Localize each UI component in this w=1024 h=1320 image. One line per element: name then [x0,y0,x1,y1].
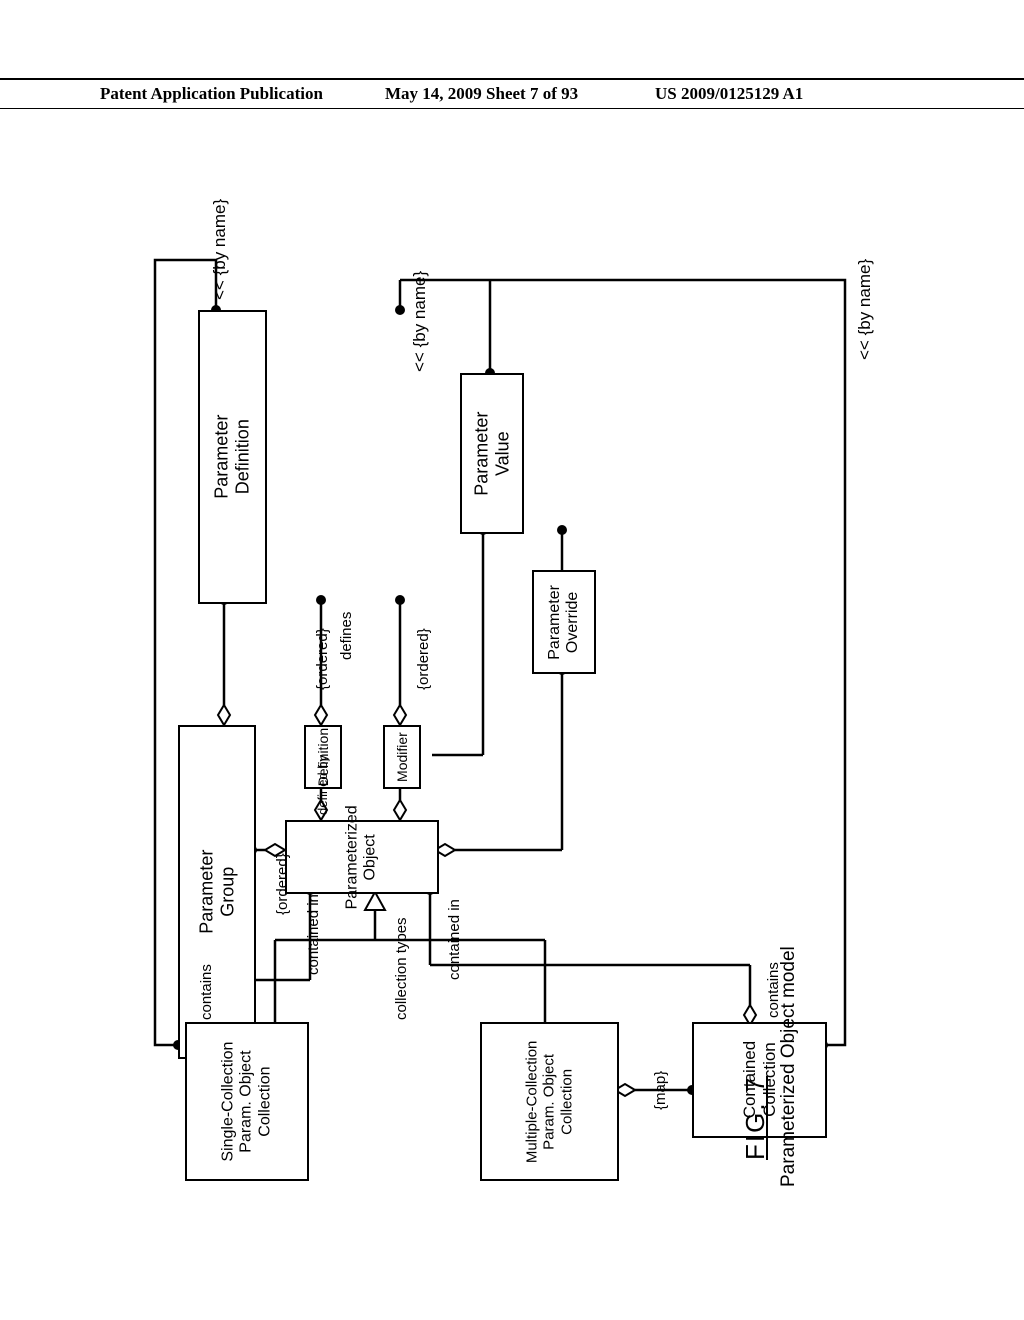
label-ordered-3: {ordered} [274,853,291,915]
label-contained-in-2: contained in [446,899,463,980]
figure-number: FIG. 7 [740,1076,771,1160]
diagram: ParameterDefinition ParameterValue Param… [110,150,900,1190]
label-defined-by: defined by [315,755,330,815]
box-parameterized-object: ParameterizedObject [285,820,439,894]
label-ordered-2: {ordered} [415,628,432,690]
label-map: {map} [652,1071,669,1110]
box-parameter-value: ParameterValue [460,373,524,534]
label-contains-1: contains [198,964,215,1020]
single-l2: Param. Object [238,1050,255,1152]
multi-l3: Collection [558,1069,575,1135]
header-right: US 2009/0125129 A1 [655,84,803,104]
param-grp-l1: Parameter [196,850,216,934]
box-parameter-definition: ParameterDefinition [198,310,267,604]
label-byname-1: << {by name} [210,199,230,300]
multi-l1: Multiple-Collection [524,1040,541,1163]
box-parameter-override: ParameterOverride [532,570,596,674]
param-def-l1: Parameter [212,415,232,499]
param-grp-l2: Group [217,867,237,917]
box-single-collection: Single-CollectionParam. ObjectCollection [185,1022,309,1181]
label-collection-types: collection types [393,917,410,1020]
header-center: May 14, 2009 Sheet 7 of 93 [385,84,578,104]
param-def-l2: Definition [233,419,253,494]
param-ovr-l1: Parameter [546,585,563,660]
box-parameter-group: ParameterGroup [178,725,256,1059]
box-multiple-collection: Multiple-CollectionParam. ObjectCollecti… [480,1022,619,1181]
label-byname-3: << {by name} [855,259,875,360]
param-val-l2: Value [492,431,512,476]
header-left: Patent Application Publication [100,84,323,104]
single-l3: Collection [256,1066,273,1136]
multi-l2: Param. Object [541,1054,558,1150]
param-obj-l1: Parameterized [344,805,361,909]
box-modifier: Modifier [383,725,421,789]
param-ovr-l2: Override [564,591,581,652]
modifier: Modifier [394,732,410,782]
label-ordered-1: {ordered} [314,628,331,690]
param-val-l1: Parameter [471,411,491,495]
label-contained-in-1: contained in [305,894,322,975]
param-obj-l2: Object [362,834,379,880]
figure-title: Parameterized Object model [778,946,800,1187]
single-l1: Single-Collection [219,1041,236,1161]
label-defines: defines [338,612,355,660]
label-byname-2: << {by name} [410,271,430,372]
